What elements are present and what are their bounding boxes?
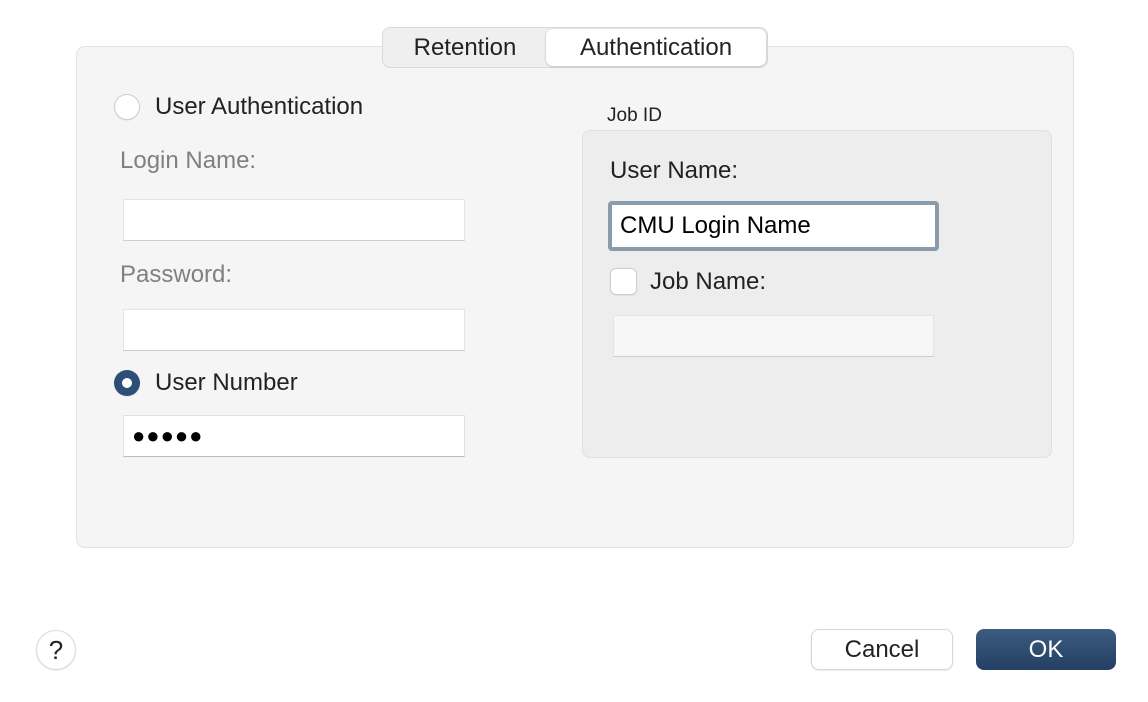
job-name-label: Job Name: — [650, 268, 767, 295]
user-name-input[interactable]: CMU Login Name — [608, 201, 939, 251]
password-label: Password: — [120, 261, 233, 288]
user-name-label: User Name: — [610, 157, 739, 184]
user-authentication-label: User Authentication — [155, 93, 364, 120]
login-name-input[interactable] — [123, 199, 465, 241]
help-button[interactable]: ? — [36, 630, 76, 670]
job-name-checkbox[interactable] — [610, 268, 637, 295]
job-id-group-label: Job ID — [607, 105, 662, 126]
job-name-input[interactable] — [613, 315, 934, 357]
user-authentication-radio[interactable] — [114, 94, 140, 120]
password-input[interactable] — [123, 309, 465, 351]
user-number-label: User Number — [155, 369, 298, 396]
question-mark-icon: ? — [48, 634, 64, 665]
cancel-button[interactable]: Cancel — [811, 629, 953, 670]
ok-button[interactable]: OK — [976, 629, 1116, 670]
user-number-radio[interactable] — [114, 370, 140, 396]
tab-retention[interactable]: Retention — [384, 29, 546, 66]
login-name-label: Login Name: — [120, 147, 257, 174]
user-number-value: ●●●●● — [132, 423, 204, 448]
user-number-input[interactable]: ●●●●● — [123, 415, 465, 457]
tab-bar: Retention Authentication — [382, 27, 768, 68]
tab-authentication[interactable]: Authentication — [546, 29, 766, 66]
